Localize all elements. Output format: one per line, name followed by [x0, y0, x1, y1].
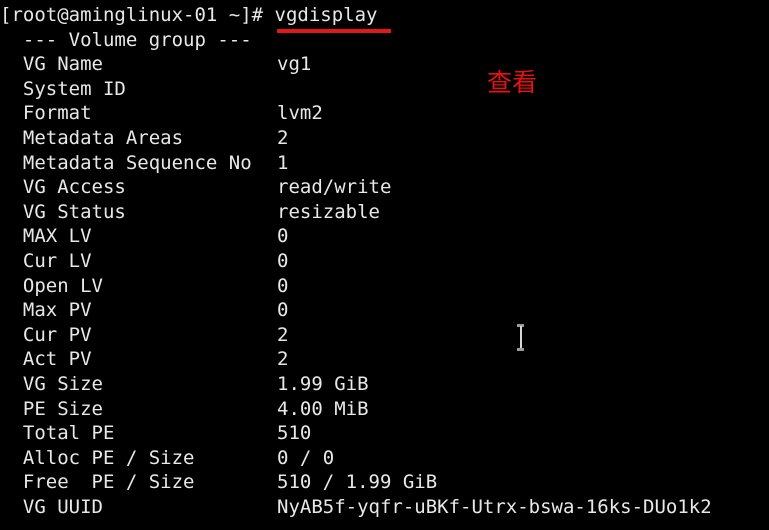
row-value: 2: [277, 126, 289, 149]
row-value: 0: [277, 249, 289, 272]
table-row: VG Status resizable: [0, 200, 769, 225]
row-key: Open LV: [0, 274, 103, 297]
table-row: Open LV 0: [0, 274, 769, 299]
ibeam-cap-bottom: [517, 348, 524, 351]
row-value: resizable: [277, 200, 380, 223]
row-value: 510: [277, 422, 312, 445]
red-text-annotation: 查看: [487, 68, 538, 97]
row-key: VG UUID: [0, 495, 103, 518]
table-row: MAX LV 0: [0, 224, 769, 249]
table-row: Metadata Sequence No 1: [0, 151, 769, 176]
table-row: Cur PV 2: [0, 323, 769, 348]
row-key: VG Name: [0, 53, 103, 76]
row-value: lvm2: [277, 102, 323, 125]
table-row: VG Access read/write: [0, 175, 769, 200]
table-row: Free PE / Size 510 / 1.99 GiB: [0, 470, 769, 495]
row-key: VG Access: [0, 176, 126, 199]
table-row: VG Size 1.99 GiB: [0, 372, 769, 397]
row-value: 2: [277, 348, 289, 371]
row-value: 0: [277, 299, 289, 322]
row-value: NyAB5f-yqfr-uBKf-Utrx-bswa-16ks-DUo1k2: [277, 495, 712, 518]
row-key: Free PE / Size: [0, 471, 195, 494]
row-key: Total PE: [0, 422, 115, 445]
table-row: VG UUID NyAB5f-yqfr-uBKf-Utrx-bswa-16ks-D…: [0, 495, 769, 520]
ibeam-stem: [520, 326, 522, 349]
row-value: 2: [277, 323, 289, 346]
row-value: 1: [277, 151, 289, 174]
row-key: MAX LV: [0, 225, 92, 248]
table-row: VG Name vg1: [0, 52, 769, 77]
row-key: VG Size: [0, 372, 103, 395]
table-row: Act PV 2: [0, 347, 769, 372]
table-row: Format lvm2: [0, 101, 769, 126]
row-value: vg1: [277, 53, 312, 76]
row-key: System ID: [0, 77, 126, 100]
row-value: read/write: [277, 176, 392, 199]
row-value: 0 / 0: [277, 446, 335, 469]
prompt-line: [root@aminglinux-01 ~]# vgdisplay: [0, 3, 769, 28]
row-value: 510 / 1.99 GiB: [277, 471, 438, 494]
table-row: Cur LV 0: [0, 249, 769, 274]
row-key: Metadata Sequence No: [0, 151, 252, 174]
table-row: Alloc PE / Size 0 / 0: [0, 446, 769, 471]
row-key: Act PV: [0, 348, 92, 371]
shell-prompt: [root@aminglinux-01 ~]#: [0, 4, 275, 26]
row-key: Metadata Areas: [0, 126, 184, 149]
ibeam-mouse-cursor: [517, 324, 524, 351]
row-value: 0: [277, 225, 289, 248]
command-underline-annotation: [277, 29, 391, 33]
row-key: Cur PV: [0, 323, 92, 346]
row-value: 0: [277, 274, 289, 297]
table-row: Max PV 0: [0, 298, 769, 323]
terminal-window[interactable]: [root@aminglinux-01 ~]# vgdisplay --- Vo…: [0, 0, 769, 530]
table-row: System ID: [0, 77, 769, 102]
row-key: Cur LV: [0, 249, 92, 272]
typed-command: vgdisplay: [274, 4, 378, 26]
row-key: Format: [0, 102, 92, 125]
row-value: 4.00 MiB: [277, 397, 369, 420]
row-key: VG Status: [0, 200, 126, 223]
row-key: PE Size: [0, 397, 103, 420]
row-key: Alloc PE / Size: [0, 446, 195, 469]
table-row: Total PE 510: [0, 421, 769, 446]
table-row: PE Size 4.00 MiB: [0, 397, 769, 422]
row-key: Max PV: [0, 299, 92, 322]
terminal-output: [root@aminglinux-01 ~]# vgdisplay --- Vo…: [0, 3, 769, 519]
row-value: 1.99 GiB: [277, 372, 369, 395]
table-row: Metadata Areas 2: [0, 126, 769, 151]
